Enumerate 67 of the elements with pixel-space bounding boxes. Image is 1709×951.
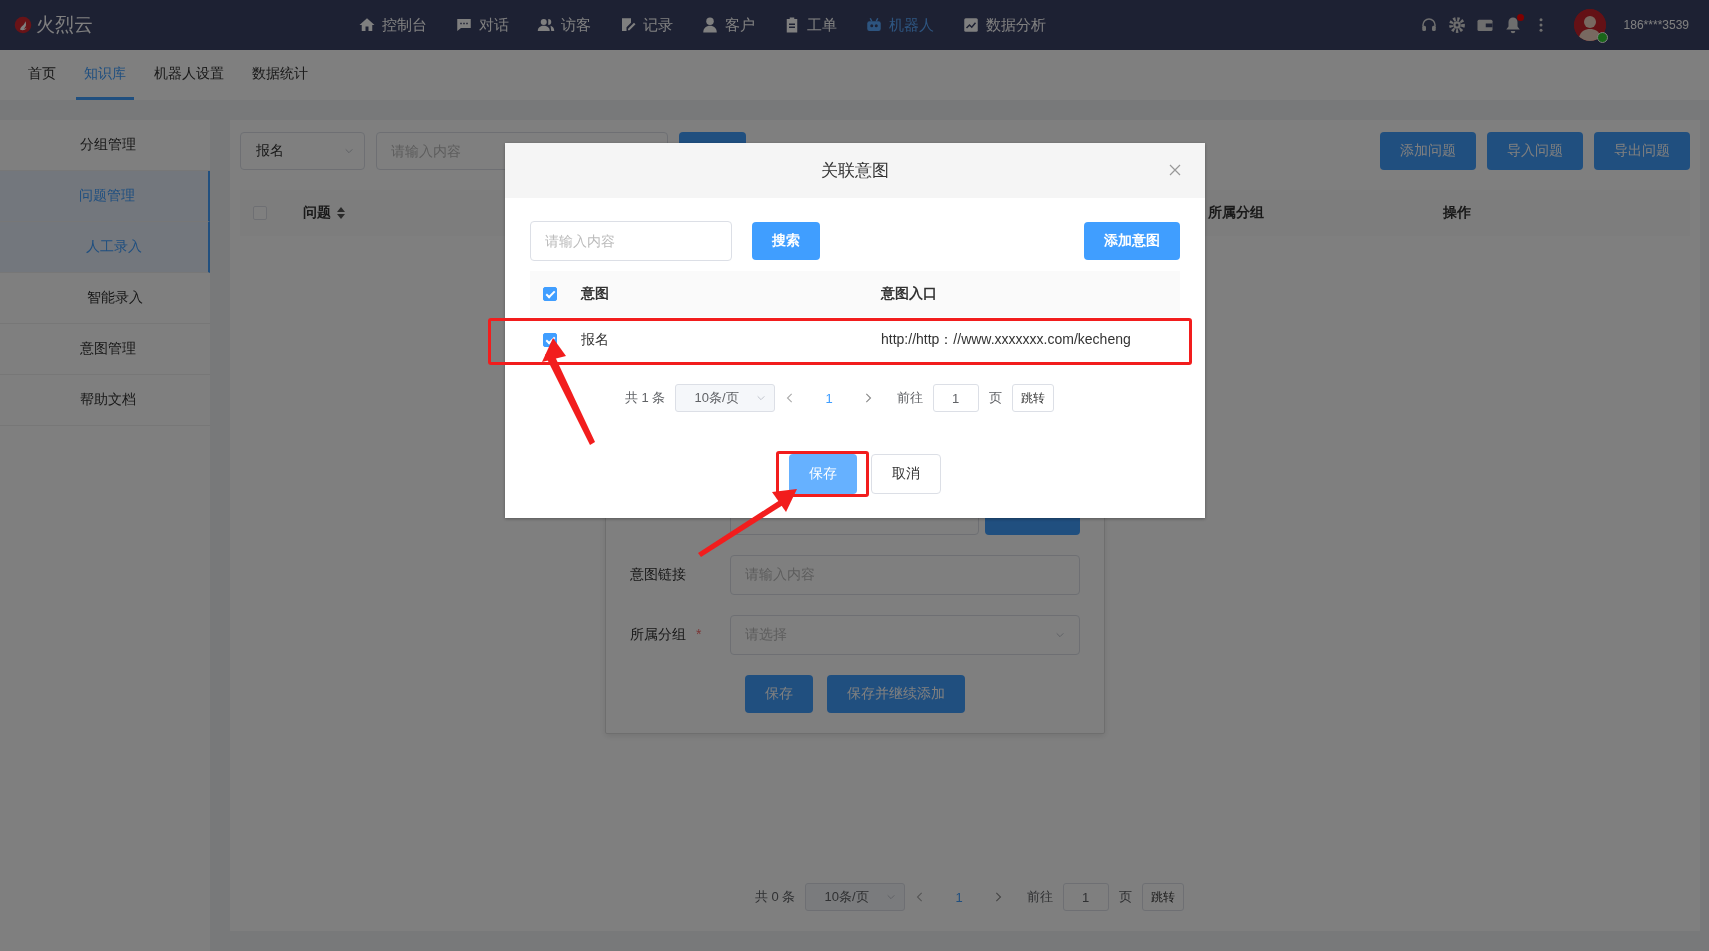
person-icon bbox=[701, 16, 719, 34]
nav-tab[interactable]: 访客 bbox=[523, 15, 605, 35]
column-header[interactable]: 问题 bbox=[303, 204, 331, 222]
headset-icon[interactable] bbox=[1419, 16, 1438, 34]
chat-icon bbox=[455, 16, 473, 34]
close-icon[interactable] bbox=[1169, 164, 1181, 176]
total-count: 共 0 条 bbox=[755, 888, 796, 906]
search-field[interactable]: 请输入内容 bbox=[530, 221, 732, 261]
edit-icon bbox=[619, 16, 637, 34]
field-label: 所属分组 bbox=[630, 626, 686, 644]
search-button[interactable]: 搜索 bbox=[752, 222, 820, 260]
checkbox[interactable] bbox=[543, 287, 557, 301]
select-value: 10条/页 bbox=[824, 888, 869, 906]
select-value: 报名 bbox=[256, 142, 284, 160]
select-value: 10条/页 bbox=[694, 389, 739, 407]
logo-text: 火烈云 bbox=[36, 13, 93, 37]
sub-nav-tab[interactable]: 机器人设置 bbox=[146, 50, 232, 100]
page-size-select[interactable]: 10条/页 bbox=[805, 883, 906, 911]
column-header: 意图 bbox=[581, 285, 609, 301]
nav-tab[interactable]: 控制台 bbox=[344, 15, 441, 35]
required-mark: * bbox=[696, 626, 702, 644]
add-intent-button[interactable]: 添加意图 bbox=[1084, 222, 1180, 260]
page-unit: 页 bbox=[1118, 888, 1132, 906]
page-number[interactable]: 1 bbox=[805, 390, 853, 406]
sub-nav-tab[interactable]: 首页 bbox=[20, 50, 64, 100]
sort-icon[interactable] bbox=[337, 207, 345, 219]
field-label: 意图链接 bbox=[630, 566, 686, 584]
nav-tab[interactable]: 工单 bbox=[769, 15, 851, 35]
save-button[interactable]: 保存 bbox=[789, 454, 857, 494]
page-number[interactable]: 1 bbox=[935, 889, 983, 905]
cancel-button[interactable]: 取消 bbox=[871, 454, 941, 494]
sub-nav-tab[interactable]: 数据统计 bbox=[244, 50, 316, 100]
column-header: 意图入口 bbox=[881, 285, 937, 301]
column-header: 操作 bbox=[1443, 204, 1471, 222]
nav-tab[interactable]: 对话 bbox=[441, 15, 523, 35]
table-cell: http://http：//www.xxxxxxx.com/kecheng bbox=[881, 331, 1131, 347]
jump-button[interactable]: 跳转 bbox=[1011, 384, 1054, 412]
toolbar-button[interactable]: 导入问题 bbox=[1487, 132, 1583, 170]
page-unit: 页 bbox=[988, 389, 1002, 407]
table-cell: 报名 bbox=[581, 331, 609, 347]
bell-icon[interactable] bbox=[1503, 16, 1522, 34]
flame-logo-icon bbox=[14, 16, 32, 34]
total-count: 共 1 条 bbox=[625, 389, 666, 407]
robot-icon bbox=[865, 16, 883, 34]
form-button[interactable]: 保存 bbox=[745, 675, 813, 713]
jump-button[interactable]: 跳转 bbox=[1141, 883, 1184, 911]
home-icon bbox=[358, 16, 376, 34]
nav-tab[interactable]: 数据分析 bbox=[948, 15, 1060, 35]
toolbar-button[interactable]: 添加问题 bbox=[1380, 132, 1476, 170]
people-icon bbox=[537, 16, 555, 34]
page-size-select[interactable]: 10条/页 bbox=[675, 384, 776, 412]
sub-nav-tab[interactable]: 知识库 bbox=[76, 50, 134, 100]
page-input[interactable]: 1 bbox=[1062, 883, 1109, 911]
settings-icon[interactable] bbox=[1447, 16, 1466, 34]
dialog-title: 关联意图 bbox=[821, 160, 889, 182]
nav-tab[interactable]: 记录 bbox=[605, 15, 687, 35]
goto-label: 前往 bbox=[896, 389, 923, 407]
goto-label: 前往 bbox=[1026, 888, 1053, 906]
avatar[interactable] bbox=[1573, 9, 1606, 41]
user-name[interactable]: 186****3539 bbox=[1623, 18, 1689, 32]
column-header: 所属分组 bbox=[1208, 204, 1264, 222]
nav-tab[interactable]: 客户 bbox=[687, 15, 769, 35]
category-select[interactable]: 报名 bbox=[240, 132, 365, 170]
toolbar-button[interactable]: 导出问题 bbox=[1594, 132, 1690, 170]
page-input[interactable]: 1 bbox=[932, 384, 979, 412]
form-button[interactable]: 保存并继续添加 bbox=[827, 675, 965, 713]
chart-icon bbox=[962, 16, 980, 34]
